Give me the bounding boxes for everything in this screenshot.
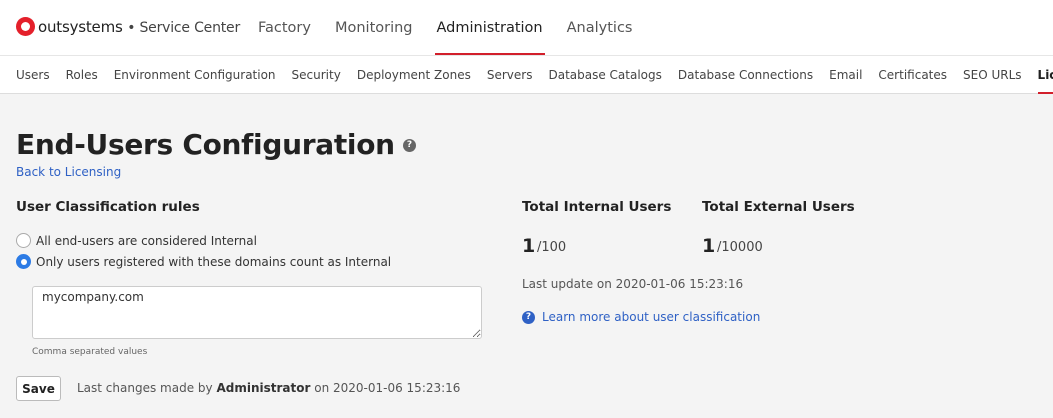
subnav-email[interactable]: Email: [829, 56, 862, 94]
external-users-limit: /10000: [717, 240, 763, 255]
subnav-security[interactable]: Security: [292, 56, 341, 94]
top-header: outsystems • Service Center Factory Moni…: [0, 0, 1053, 55]
subnav-seo-urls[interactable]: SEO URLs: [963, 56, 1022, 94]
last-update-text: Last update on 2020-01-06 15:23:16: [522, 277, 744, 291]
nav-analytics[interactable]: Analytics: [567, 0, 633, 55]
sub-nav: Users Roles Environment Configuration Se…: [16, 56, 1053, 94]
subnav-roles[interactable]: Roles: [66, 56, 98, 94]
subnav-licensing[interactable]: Licensing: [1037, 56, 1053, 94]
subnav-certificates[interactable]: Certificates: [878, 56, 947, 94]
last-changes-suffix: on 2020-01-06 15:23:16: [314, 381, 461, 395]
external-users-label: Total External Users: [702, 199, 855, 215]
radio-all-internal-button[interactable]: [16, 233, 31, 248]
nav-monitoring[interactable]: Monitoring: [335, 0, 413, 55]
last-changes-prefix: Last changes made by: [77, 381, 213, 395]
learn-more-label: Learn more about user classification: [542, 310, 761, 324]
subnav-users[interactable]: Users: [16, 56, 50, 94]
radio-domains-internal-button[interactable]: [16, 254, 31, 269]
radio-domains-internal[interactable]: Only users registered with these domains…: [16, 254, 391, 269]
outsystems-logo[interactable]: outsystems • Service Center: [16, 17, 240, 36]
save-button[interactable]: Save: [16, 376, 61, 401]
question-icon: ?: [522, 310, 535, 324]
help-icon[interactable]: ?: [402, 139, 416, 152]
last-changes-user: Administrator: [216, 381, 311, 395]
internal-users-limit: /100: [537, 240, 567, 255]
subnav-deployment-zones[interactable]: Deployment Zones: [357, 56, 471, 94]
radio-all-internal-label: All end-users are considered Internal: [36, 233, 257, 248]
subnav-database-catalogs[interactable]: Database Catalogs: [548, 56, 661, 94]
radio-all-internal[interactable]: All end-users are considered Internal: [16, 233, 257, 248]
nav-administration[interactable]: Administration: [434, 0, 545, 55]
subnav-servers[interactable]: Servers: [487, 56, 533, 94]
subnav-environment-configuration[interactable]: Environment Configuration: [114, 56, 276, 94]
learn-more-link[interactable]: ? Learn more about user classification: [522, 310, 760, 324]
page-title-row: End-Users Configuration ?: [16, 128, 416, 161]
subnav-database-connections[interactable]: Database Connections: [678, 56, 813, 94]
outsystems-logo-icon: [16, 17, 35, 36]
internal-users-label: Total Internal Users: [522, 199, 672, 215]
page-title: End-Users Configuration: [16, 128, 395, 161]
domains-textarea[interactable]: mycompany.com: [32, 286, 482, 339]
internal-users-count: 1: [522, 235, 536, 257]
radio-domains-internal-label: Only users registered with these domains…: [36, 254, 392, 269]
product-name: • Service Center: [127, 19, 241, 36]
back-to-licensing-link[interactable]: Back to Licensing: [16, 165, 121, 179]
main-nav: Factory Monitoring Administration Analyt…: [258, 0, 656, 55]
domains-hint: Comma separated values: [32, 347, 148, 357]
last-changes-text: Last changes made by Administrator on 20…: [77, 381, 460, 395]
nav-factory[interactable]: Factory: [258, 0, 311, 55]
classification-title: User Classification rules: [16, 199, 200, 215]
external-users-count: 1: [702, 235, 716, 257]
sub-nav-bar: Users Roles Environment Configuration Se…: [0, 55, 1053, 94]
brand-name: outsystems: [38, 17, 123, 36]
